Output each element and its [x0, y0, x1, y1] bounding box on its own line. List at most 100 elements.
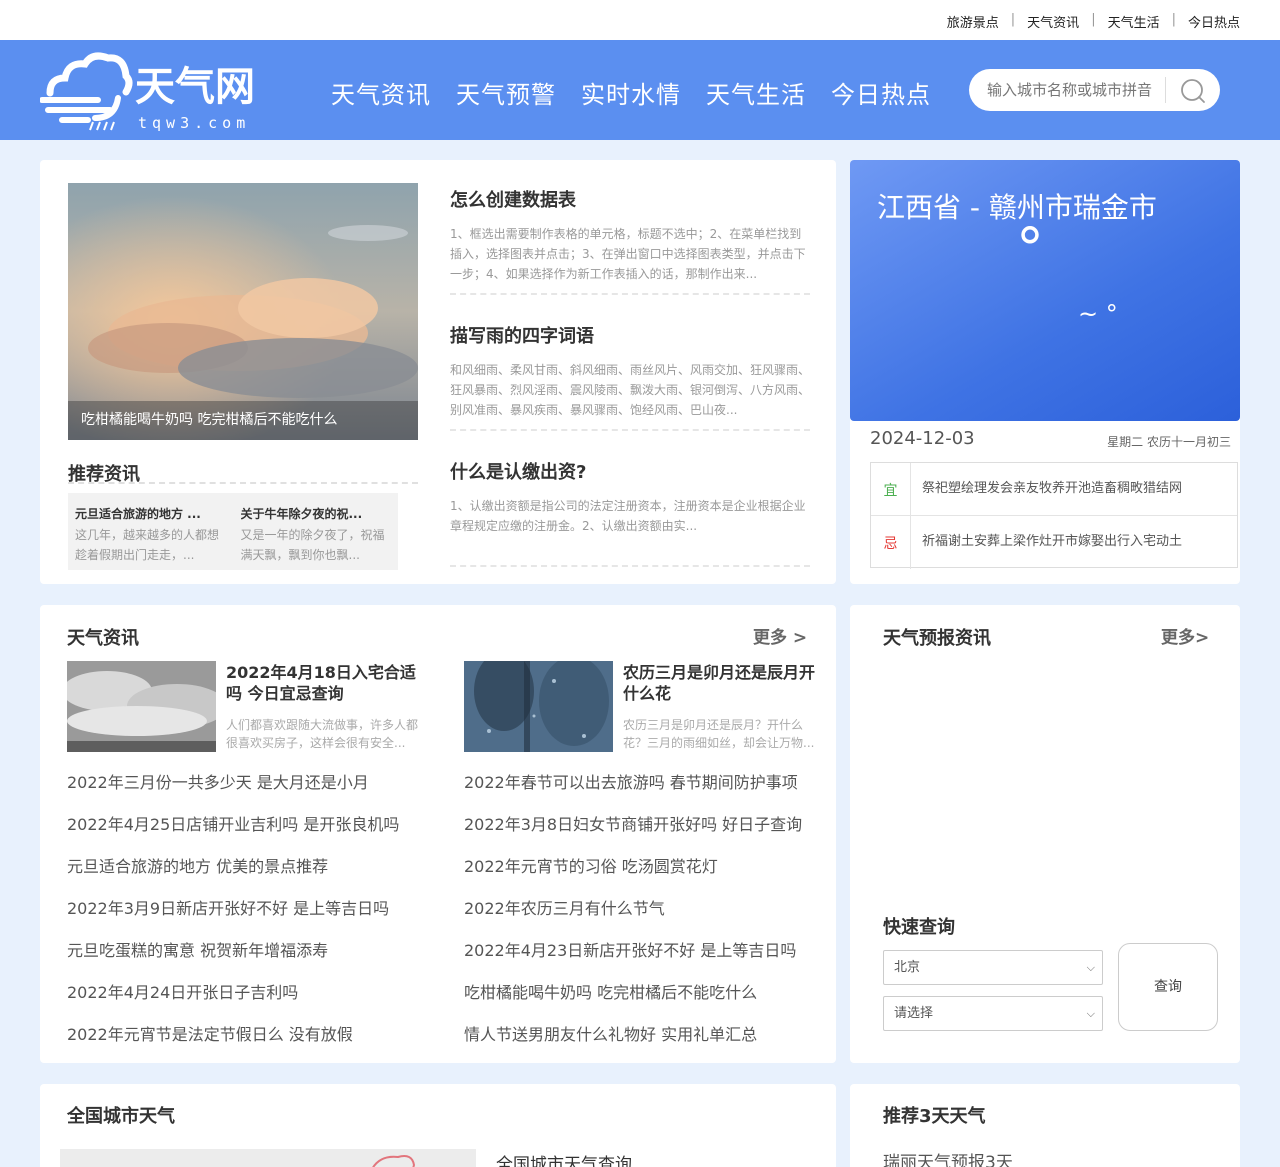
- recommended-item[interactable]: 关于牛年除夕夜的祝... 又是一年的除夕夜了，祝福满天飘，飘到你也飘...: [241, 505, 393, 570]
- news-title[interactable]: 2022年4月18日入宅合适吗 今日宜忌查询: [226, 662, 422, 704]
- nav-weather-life[interactable]: 天气生活: [706, 75, 806, 110]
- search-divider: [1165, 77, 1166, 103]
- list-item[interactable]: 2022年3月9日新店开张好不好 是上等吉日吗: [67, 888, 427, 930]
- list-item[interactable]: 2022年4月25日店铺开业吉利吗 是开张良机吗: [67, 804, 427, 846]
- news-thumbnail[interactable]: [67, 661, 216, 752]
- article-title[interactable]: 什么是认缴出资?: [450, 458, 810, 484]
- almanac-yi-text: 祭祀塑绘理发会亲友牧养开池造畜稠畋猎结网: [922, 481, 1183, 496]
- temperature-range: ~ °: [1078, 300, 1118, 328]
- dashed-divider: [450, 293, 810, 295]
- separator: |: [1091, 12, 1096, 27]
- recommended-item-desc: 这几年，越来越多的人都想趁着假期出门走走，...: [75, 528, 220, 562]
- forecast-card: 天气预报资讯 更多> 快速查询 北京 ⌵ 请选择 ⌵ 查询: [850, 605, 1240, 1063]
- list-item[interactable]: 2022年4月23日新店开张好不好 是上等吉日吗: [464, 930, 824, 972]
- news-list-left: 2022年三月份一共多少天 是大月还是小月 2022年4月25日店铺开业吉利吗 …: [67, 762, 427, 1056]
- article-title[interactable]: 描写雨的四字词语: [450, 322, 810, 348]
- query-button[interactable]: 查询: [1118, 943, 1218, 1031]
- article-desc: 1、认缴出资额是指公司的法定注册资本，注册资本是企业根据企业章程规定应缴的注册金…: [450, 499, 806, 533]
- city-select[interactable]: 请选择 ⌵: [883, 996, 1103, 1031]
- national-weather-card: 全国城市天气 全国城市天气查询: [40, 1084, 836, 1167]
- separator: |: [1171, 12, 1176, 27]
- china-map-image[interactable]: [60, 1149, 476, 1167]
- list-item[interactable]: 2022年元宵节是法定节假日么 没有放假: [67, 1014, 427, 1056]
- news-desc: 农历三月是卯月还是辰月？开什么花？三月的雨细如丝，却会让万物...: [623, 718, 815, 750]
- nav-weather-news[interactable]: 天气资讯: [331, 75, 431, 110]
- top-link-travel[interactable]: 旅游景点: [947, 12, 999, 31]
- top-links: 旅游景点 | 天气资讯 | 天气生活 | 今日热点: [947, 12, 1240, 31]
- news-title[interactable]: 农历三月是卯月还是辰月开什么花: [623, 662, 819, 704]
- almanac-yi-row: 宜 祭祀塑绘理发会亲友牧养开池造畜稠畋猎结网: [871, 463, 1237, 516]
- chevron-down-icon: ⌵: [1086, 961, 1095, 974]
- more-link[interactable]: 更多>: [1161, 623, 1209, 648]
- separator: |: [1010, 12, 1016, 27]
- rainy-window-image: [464, 661, 613, 752]
- national-weather-link[interactable]: 全国城市天气查询: [496, 1150, 632, 1167]
- list-item[interactable]: 情人节送男朋友什么礼物好 实用礼单汇总: [464, 1014, 824, 1056]
- map-shape: [372, 1155, 416, 1167]
- site-header: 天气网 tqw3.com 天气资讯 天气预警 实时水情 天气生活 今日热点: [0, 40, 1280, 140]
- dashed-divider: [68, 482, 418, 484]
- news-list-right: 2022年春节可以出去旅游吗 春节期间防护事项 2022年3月8日妇女节商铺开张…: [464, 762, 824, 1056]
- hero-caption[interactable]: 吃柑橘能喝牛奶吗 吃完柑橘后不能吃什么: [68, 401, 418, 440]
- site-logo[interactable]: 天气网 tqw3.com: [39, 48, 255, 134]
- top-link-hot-today[interactable]: 今日热点: [1188, 12, 1240, 31]
- list-item[interactable]: 2022年农历三月有什么节气: [464, 888, 824, 930]
- nav-hot-today[interactable]: 今日热点: [831, 75, 931, 110]
- recommended-item[interactable]: 元旦适合旅游的地方 ... 这几年，越来越多的人都想趁着假期出门走走，...: [75, 505, 227, 570]
- article-item: 什么是认缴出资? 1、认缴出资额是指公司的法定注册资本，注册资本是企业根据企业章…: [450, 458, 810, 567]
- search-input[interactable]: [987, 79, 1167, 101]
- featured-card: 吃柑橘能喝牛奶吗 吃完柑橘后不能吃什么 推荐资讯 元旦适合旅游的地方 ... 这…: [40, 160, 836, 584]
- lunar-date: 星期二 农历十一月初三: [1107, 435, 1231, 449]
- dashed-divider: [450, 429, 810, 431]
- almanac-yi-label: 宜: [871, 463, 911, 516]
- article-desc: 和风细雨、柔风甘雨、斜风细雨、雨丝风片、风雨交加、狂风骤雨、狂风暴雨、烈风淫雨、…: [450, 363, 810, 417]
- list-item[interactable]: 元旦适合旅游的地方 优美的景点推荐: [67, 846, 427, 888]
- list-item[interactable]: 2022年三月份一共多少天 是大月还是小月: [67, 762, 427, 804]
- news-thumbnail[interactable]: [464, 661, 613, 752]
- cloud-rain-logo-icon: 天气网 tqw3.com: [39, 52, 255, 132]
- recommended-box: 元旦适合旅游的地方 ... 这几年，越来越多的人都想趁着假期出门走走，... 关…: [68, 493, 398, 570]
- nav-weather-warning[interactable]: 天气预警: [456, 75, 556, 110]
- city-select-value: 请选择: [894, 1006, 934, 1021]
- search-icon[interactable]: [1179, 78, 1207, 104]
- recommended-item-title[interactable]: 关于牛年除夕夜的祝...: [241, 505, 393, 522]
- list-item[interactable]: 2022年春节可以出去旅游吗 春节期间防护事项: [464, 762, 824, 804]
- recommend-3day-link[interactable]: 瑞丽天气预报3天: [883, 1148, 1013, 1167]
- temperature: °: [1016, 217, 1044, 282]
- chevron-down-icon: ⌵: [1086, 1007, 1095, 1020]
- list-item[interactable]: 2022年3月8日妇女节商铺开张好吗 好日子查询: [464, 804, 824, 846]
- grey-clouds-image: [67, 661, 216, 752]
- hero-image[interactable]: 吃柑橘能喝牛奶吗 吃完柑橘后不能吃什么: [68, 183, 418, 440]
- article-desc: 1、框选出需要制作表格的单元格，标题不选中；2、在菜单栏找到插入，选择图表并点击…: [450, 227, 806, 281]
- almanac-ji-text: 祈福谢土安葬上梁作灶开市嫁娶出行入宅动土: [922, 534, 1183, 549]
- almanac-ji-row: 忌 祈福谢土安葬上梁作灶开市嫁娶出行入宅动土: [871, 516, 1237, 569]
- weather-card: 江西省 - 赣州市瑞金市 ° ~ ° 2024-12-03 星期二 农历十一月初…: [850, 160, 1240, 584]
- recommended-item-title[interactable]: 元旦适合旅游的地方 ...: [75, 505, 227, 522]
- section-title: 全国城市天气: [67, 1106, 175, 1127]
- logo-domain: tqw3.com: [138, 114, 250, 132]
- weather-news-card: 天气资讯 更多 > 2022年4月18日入宅合适吗 今日宜忌查询 人们都喜欢跟随…: [40, 605, 836, 1063]
- nav-water-level[interactable]: 实时水情: [581, 75, 681, 110]
- article-item: 描写雨的四字词语 和风细雨、柔风甘雨、斜风细雨、雨丝风片、风雨交加、狂风骤雨、狂…: [450, 322, 810, 431]
- almanac-box: 宜 祭祀塑绘理发会亲友牧养开池造畜稠畋猎结网 忌 祈福谢土安葬上梁作灶开市嫁娶出…: [870, 462, 1238, 569]
- recommended-item-desc: 又是一年的除夕夜了，祝福满天飘，飘到你也飘...: [240, 528, 385, 562]
- list-item[interactable]: 2022年元宵节的习俗 吃汤圆赏花灯: [464, 846, 824, 888]
- province-select[interactable]: 北京 ⌵: [883, 950, 1103, 985]
- main-nav: 天气资讯 天气预警 实时水情 天气生活 今日热点: [331, 75, 931, 110]
- weather-panel: 江西省 - 赣州市瑞金市 ° ~ °: [850, 160, 1240, 421]
- section-title: 天气预报资讯: [883, 628, 991, 649]
- list-item[interactable]: 元旦吃蛋糕的寓意 祝贺新年增福添寿: [67, 930, 427, 972]
- list-item[interactable]: 2022年4月24日开张日子吉利吗: [67, 972, 427, 1014]
- recommend-3day-card: 推荐3天天气 瑞丽天气预报3天: [850, 1084, 1240, 1167]
- article-title[interactable]: 怎么创建数据表: [450, 186, 810, 212]
- article-item: 怎么创建数据表 1、框选出需要制作表格的单元格，标题不选中；2、在菜单栏找到插入…: [450, 186, 810, 295]
- top-link-weather-news[interactable]: 天气资讯: [1027, 12, 1079, 31]
- news-desc: 人们都喜欢跟随大流做事，许多人都很喜欢买房子，这样会很有安全...: [226, 718, 419, 750]
- section-title: 天气资讯: [67, 628, 139, 649]
- dashed-divider: [450, 565, 810, 567]
- more-link[interactable]: 更多 >: [753, 623, 807, 648]
- weather-date: 2024-12-03: [870, 428, 975, 449]
- top-link-weather-life[interactable]: 天气生活: [1108, 12, 1160, 31]
- list-item[interactable]: 吃柑橘能喝牛奶吗 吃完柑橘后不能吃什么: [464, 972, 824, 1014]
- logo-name: 天气网: [135, 64, 255, 110]
